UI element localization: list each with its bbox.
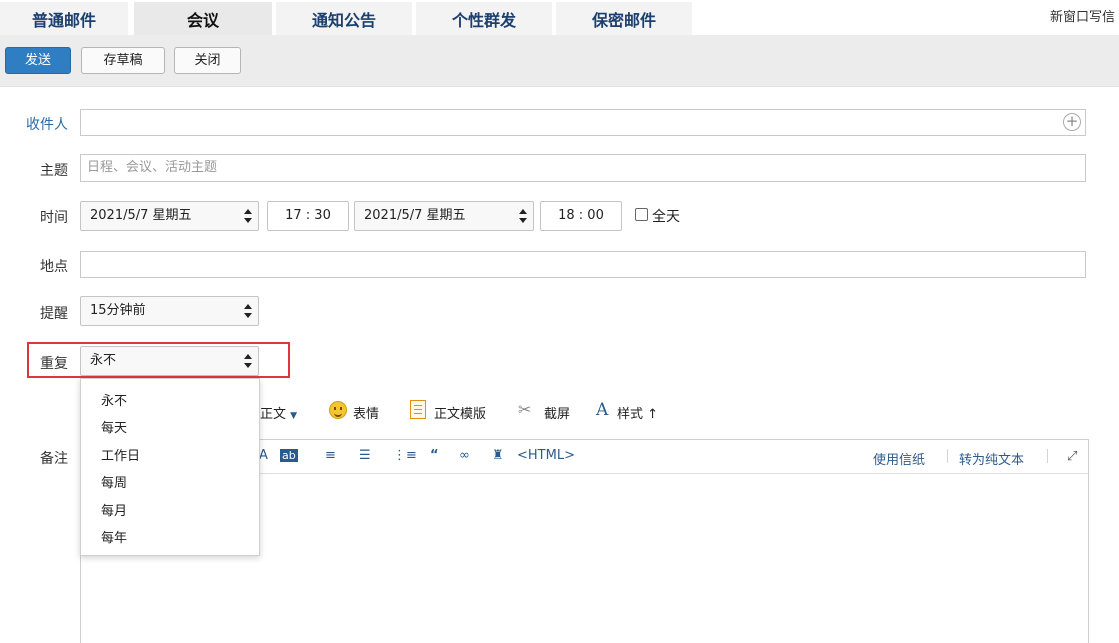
start-date-select[interactable]: 2021/5/7 星期五	[80, 201, 259, 231]
tab-secure-mail[interactable]: 保密邮件	[556, 2, 692, 35]
repeat-label: 重复	[40, 356, 68, 372]
repeat-select[interactable]: 永不	[80, 346, 259, 376]
select-arrows-icon	[244, 304, 252, 318]
brush-icon[interactable]: ♜	[492, 448, 504, 463]
subject-input[interactable]: 日程、会议、活动主题	[80, 154, 1086, 182]
screenshot-button[interactable]: 截屏	[544, 403, 570, 422]
body-menu-label: 正文	[260, 407, 287, 422]
expand-icon[interactable]: ⤢	[1067, 449, 1077, 464]
font-color-icon[interactable]: A	[259, 448, 268, 463]
recipients-label: 收件人	[26, 117, 68, 133]
new-window-compose-link[interactable]: 新窗口写信	[1050, 6, 1115, 25]
quote-icon[interactable]: “	[430, 448, 439, 463]
align-icon[interactable]: ≡	[325, 448, 336, 463]
select-arrows-icon	[519, 209, 527, 223]
select-arrows-icon	[244, 209, 252, 223]
tab-meeting[interactable]: 会议	[134, 2, 272, 35]
location-input[interactable]	[80, 251, 1086, 278]
list-icon[interactable]: ☰	[359, 448, 371, 463]
reminder-value: 15分钟前	[90, 303, 146, 318]
repeat-option-weekly[interactable]: 每周	[101, 472, 127, 491]
body-menu[interactable]: 正文 ▼	[260, 403, 297, 422]
repeat-option-daily[interactable]: 每天	[101, 417, 127, 436]
caret-down-icon: ▼	[290, 411, 298, 421]
start-date-value: 2021/5/7 星期五	[90, 208, 192, 223]
reminder-label: 提醒	[40, 306, 68, 322]
style-button[interactable]: 样式 ↑	[617, 403, 658, 422]
template-button[interactable]: 正文模版	[434, 403, 486, 422]
all-day-label: 全天	[652, 209, 680, 225]
emoji-icon[interactable]	[329, 401, 347, 419]
end-time-input[interactable]: 18 : 00	[540, 201, 622, 231]
select-arrows-icon	[244, 354, 252, 368]
repeat-value: 永不	[90, 353, 117, 368]
plain-text-link[interactable]: 转为纯文本	[959, 449, 1024, 468]
repeat-option-yearly[interactable]: 每年	[101, 527, 127, 546]
start-time-input[interactable]: 17 : 30	[267, 201, 349, 231]
all-day-checkbox[interactable]	[635, 208, 648, 221]
highlight-color-icon[interactable]: ab	[280, 449, 298, 462]
subject-placeholder: 日程、会议、活动主题	[87, 160, 218, 175]
save-draft-button[interactable]: 存草稿	[81, 47, 165, 74]
indent-icon[interactable]: ⋮≡	[393, 448, 417, 463]
close-button[interactable]: 关闭	[174, 47, 241, 74]
recipients-input[interactable]: +	[80, 109, 1086, 136]
compose-window: 普通邮件 会议 通知公告 个性群发 保密邮件 新窗口写信 发送 存草稿 关闭 收…	[0, 0, 1119, 643]
repeat-option-never[interactable]: 永不	[101, 390, 127, 409]
compose-toolbar: 发送 存草稿 关闭	[0, 35, 1119, 87]
time-label: 时间	[40, 210, 68, 226]
repeat-dropdown: 永不 每天 工作日 每周 每月 每年	[80, 378, 260, 556]
link-icon[interactable]: ∞	[459, 448, 470, 463]
stationery-link[interactable]: 使用信纸	[873, 449, 925, 468]
location-label: 地点	[40, 259, 68, 275]
template-icon[interactable]	[410, 400, 426, 419]
send-button[interactable]: 发送	[5, 47, 71, 74]
separator	[1047, 449, 1048, 463]
subject-label: 主题	[40, 163, 68, 179]
reminder-select[interactable]: 15分钟前	[80, 296, 259, 326]
tab-notice[interactable]: 通知公告	[276, 2, 412, 35]
html-mode-button[interactable]: <HTML>	[517, 448, 575, 463]
end-date-value: 2021/5/7 星期五	[364, 208, 466, 223]
tab-normal-mail[interactable]: 普通邮件	[0, 2, 128, 35]
font-style-icon[interactable]: A	[596, 400, 608, 420]
mail-type-tabs: 普通邮件 会议 通知公告 个性群发 保密邮件 新窗口写信	[0, 0, 1119, 35]
tab-mass-send[interactable]: 个性群发	[416, 2, 552, 35]
arrow-up-icon: ↑	[647, 407, 659, 422]
scissors-icon[interactable]: ✂	[518, 400, 531, 419]
repeat-option-monthly[interactable]: 每月	[101, 500, 127, 519]
add-recipient-icon[interactable]: +	[1063, 113, 1081, 131]
emoji-button[interactable]: 表情	[353, 403, 379, 422]
notes-label: 备注	[40, 451, 68, 467]
separator	[947, 449, 948, 463]
repeat-option-weekdays[interactable]: 工作日	[101, 445, 140, 464]
style-label: 样式	[617, 407, 644, 422]
end-date-select[interactable]: 2021/5/7 星期五	[354, 201, 534, 231]
